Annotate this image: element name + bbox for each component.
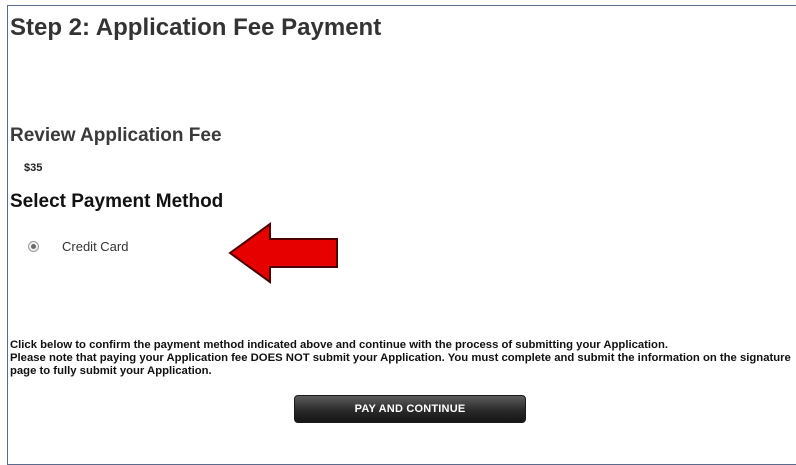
pay-and-continue-button[interactable]: PAY AND CONTINUE — [294, 395, 526, 423]
fee-amount: $35 — [24, 162, 43, 174]
credit-card-radio[interactable] — [28, 241, 39, 252]
notice-line-confirm: Click below to confirm the payment metho… — [10, 339, 668, 351]
page-title: Step 2: Application Fee Payment — [10, 14, 382, 41]
notice-line-warning: Please note that paying your Application… — [10, 352, 791, 377]
payment-notice: Click below to confirm the payment metho… — [10, 339, 796, 378]
review-fee-heading: Review Application Fee — [10, 125, 222, 146]
radio-selected-dot — [31, 244, 36, 249]
payment-method-heading: Select Payment Method — [10, 191, 224, 212]
payment-option-credit-card[interactable]: Credit Card — [28, 239, 128, 254]
arrow-left-icon — [228, 222, 338, 284]
credit-card-label: Credit Card — [62, 239, 129, 254]
arrow-left-shape — [228, 222, 338, 284]
